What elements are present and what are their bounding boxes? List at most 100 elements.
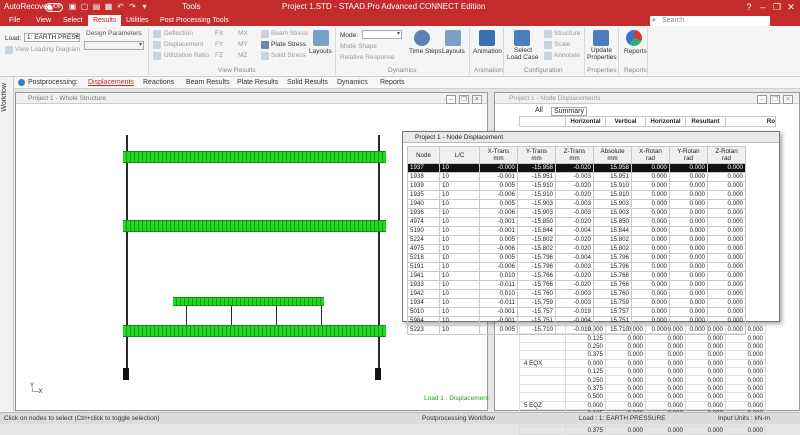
table-row[interactable]: 0.375 0.000 0.000 0.000 0.000 — [519, 350, 766, 360]
tab-dynamics[interactable]: Dynamics — [337, 79, 368, 86]
table-row[interactable]: 5984 10 -0.001 -15.751 -0.004 15.751 0.000 0.00… — [407, 316, 746, 326]
mz-button[interactable]: MZ — [238, 52, 247, 59]
redo-icon[interactable]: ↷ — [128, 2, 137, 12]
minimize-icon[interactable]: – — [756, 1, 770, 14]
layouts-dynamics-button[interactable]: Layouts — [442, 48, 465, 55]
solid-stress-button[interactable]: Solid Stress — [271, 52, 306, 59]
table-row[interactable]: 1940 10 0.005 -15.903 -0.003 15.903 0.000 0.000… — [407, 199, 746, 209]
save-icon[interactable]: ▣ — [68, 2, 77, 12]
table-row[interactable]: 5 EQZ 0.000 0.000 0.000 0.000 0.000 — [519, 400, 766, 410]
table-row[interactable]: 1935 10 -0.006 -15.910 -0.020 15.910 0.000 0.00… — [407, 190, 746, 200]
annotate-button[interactable]: Annotate — [554, 52, 580, 59]
table-row[interactable]: 1939 10 0.005 -15.910 -0.020 15.910 0.000 0.000… — [407, 181, 746, 191]
table-row[interactable]: 4975 10 -0.006 -15.802 -0.020 15.802 0.000 0.00… — [407, 244, 746, 254]
restore-icon[interactable]: ❐ — [459, 95, 469, 104]
table-row[interactable]: 5223 10 0.005 -15.710 -0.019 15.710 0.000 0.000… — [407, 325, 746, 335]
scale-button[interactable]: Scale — [554, 41, 570, 48]
autorecovery-toggle[interactable]: Off — [45, 3, 63, 12]
table-row[interactable]: 5010 10 -0.001 -15.757 -0.019 15.757 0.000 0.00… — [407, 307, 746, 317]
table-row[interactable]: 0.375 0.000 0.000 0.000 0.000 — [519, 425, 766, 435]
table-row[interactable]: 1934 10 -0.011 -15.759 -0.003 15.759 0.000 0.00… — [407, 298, 746, 308]
fy-button[interactable]: FY — [215, 41, 223, 48]
table-row[interactable]: 1933 10 -0.011 -15.766 -0.020 15.766 0.000 0.00… — [407, 280, 746, 290]
table-row[interactable]: 5224 10 0.005 -15.802 -0.020 15.802 0.000 0.000… — [407, 235, 746, 245]
column-header[interactable]: Absolute mm — [593, 146, 632, 164]
update-properties-label-line1[interactable]: Update — [591, 47, 612, 54]
workflow-sidebar[interactable]: Workflow — [0, 77, 14, 412]
time-steps-button[interactable]: Time Steps — [409, 48, 442, 55]
mx-button[interactable]: MX — [238, 30, 248, 37]
my-button[interactable]: MY — [238, 41, 248, 48]
column-header[interactable]: Y-Trans mm — [517, 146, 556, 164]
tab-displacements[interactable]: Displacements — [88, 79, 134, 86]
table-row[interactable]: 1941 10 0.010 -15.766 -0.020 15.766 0.000 0.000… — [407, 271, 746, 281]
table-row[interactable]: 0.1250.0000.0000.0000.000 — [519, 366, 766, 377]
tab-all[interactable]: All — [535, 107, 543, 114]
tab-beam-results[interactable]: Beam Results — [186, 79, 230, 86]
search-input[interactable]: ⌕ Search — [650, 16, 770, 26]
reports-button[interactable]: Reports — [624, 48, 647, 55]
column-header[interactable]: Z-Trans mm — [555, 146, 594, 164]
menu-utilities[interactable]: Utilities — [121, 16, 154, 25]
table-row[interactable]: 0.2500.0000.0000.0000.000 — [519, 341, 766, 352]
open-folder-icon[interactable]: ▤ — [92, 2, 101, 12]
deflection-button[interactable]: Deflection — [164, 30, 193, 37]
close-icon[interactable]: ✕ — [472, 95, 482, 104]
restore-icon[interactable]: ❐ — [770, 1, 784, 14]
column-header[interactable]: X-Rotan rad — [631, 146, 670, 164]
print-icon[interactable]: ▦ — [104, 2, 113, 12]
restore-icon[interactable]: ❐ — [770, 95, 780, 104]
plate-stress-button[interactable]: Plate Stress — [271, 41, 306, 48]
column-header[interactable]: Node — [407, 146, 440, 164]
column-header[interactable]: Y-Rotan rad — [669, 146, 708, 164]
undo-icon[interactable]: ↶ — [116, 2, 125, 12]
column-header[interactable]: X-Trans mm — [479, 146, 518, 164]
menu-post-processing-tools[interactable]: Post Processing Tools — [155, 16, 234, 25]
table-row[interactable]: 1942 10 0.010 -15.760 -0.003 15.760 0.000 0.000… — [407, 289, 746, 299]
displacement-button[interactable]: Displacement — [164, 41, 203, 48]
table-row[interactable]: 4 EQX 0.000 0.000 0.000 0.000 0.000 — [519, 358, 766, 368]
design-parameters-select[interactable] — [84, 41, 144, 50]
layouts-button[interactable]: Layouts — [309, 48, 332, 55]
table-row[interactable]: 1938 10 -0.001 -15.951 -0.003 15.951 0.000 0.00… — [407, 172, 746, 182]
menu-select[interactable]: Select — [58, 16, 87, 25]
column-header[interactable]: L/C — [439, 146, 480, 164]
tab-reactions[interactable]: Reactions — [143, 79, 174, 86]
tab-reports[interactable]: Reports — [380, 79, 405, 86]
fx-button[interactable]: FX — [215, 30, 223, 37]
column-header[interactable]: Z-Rotan rad — [707, 146, 746, 164]
beam-stress-button[interactable]: Beam Stress — [271, 30, 308, 37]
close-icon[interactable]: ✕ — [783, 95, 793, 104]
tab-plate-results[interactable]: Plate Results — [237, 79, 278, 86]
fz-button[interactable]: FZ — [215, 52, 223, 59]
animation-button[interactable]: Animation — [473, 48, 502, 55]
menu-view[interactable]: View — [31, 16, 56, 25]
mode-select[interactable] — [362, 30, 402, 39]
select-load-case-button[interactable]: Load Case — [507, 54, 538, 61]
relative-response-button[interactable]: Relative Response — [340, 54, 395, 61]
menu-results[interactable]: Results — [88, 15, 122, 26]
load-select[interactable]: 1: EARTH PRESS — [24, 33, 80, 42]
close-icon[interactable]: ✕ — [784, 1, 798, 14]
tools-context-tab[interactable]: Tools — [182, 2, 201, 11]
table-row[interactable]: 5191 10 -0.006 -15.796 -0.003 15.796 0.000 0.00… — [407, 262, 746, 272]
select-load-case-label-line1[interactable]: Select — [514, 47, 532, 54]
minimize-icon[interactable]: – — [757, 95, 767, 104]
minimize-icon[interactable]: – — [446, 95, 456, 104]
table-row[interactable]: 4974 10 -0.001 -15.850 -0.020 15.850 0.000 0.00… — [407, 217, 746, 227]
utilization-ratio-button[interactable]: Utilization Ratio — [164, 52, 209, 59]
table-row[interactable]: 0.375 0.000 0.000 0.000 0.000 — [519, 383, 766, 394]
table-row[interactable]: 1936 10 -0.006 -15.903 -0.003 15.903 0.000 0.00… — [407, 208, 746, 218]
table-row[interactable]: 0.2500.0000.0000.0000.000 — [519, 375, 766, 385]
tab-summary[interactable]: Summary — [551, 107, 587, 116]
view-loading-diagram-button[interactable]: View Loading Diagram — [15, 46, 80, 53]
table-row[interactable]: 5190 10 -0.001 -15.844 -0.004 15.844 0.000 0.00… — [407, 226, 746, 236]
update-properties-button[interactable]: Properties — [587, 54, 617, 61]
mode-shape-button[interactable]: Mode Shape — [340, 43, 377, 50]
table-row[interactable]: 1937 10 -0.000 -15.958 -0.020 15.958 0.000 0.00… — [407, 163, 746, 173]
structure-button[interactable]: Structure — [554, 30, 580, 37]
quick-access-dropdown-icon[interactable]: ▾ — [140, 2, 149, 12]
table-row[interactable]: 0.1250.0000.0000.0000.000 — [519, 333, 766, 343]
node-displacement-dialog[interactable]: Project 1 - Node Displacement Node L/C X-T… — [402, 131, 780, 335]
menu-file[interactable]: File — [4, 16, 25, 25]
